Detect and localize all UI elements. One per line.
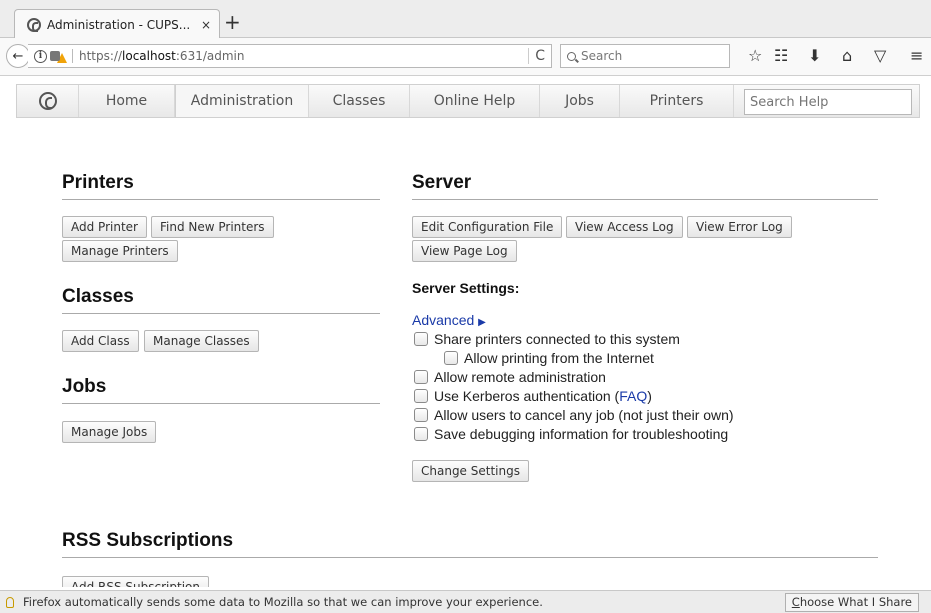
share-printers-label: Share printers connected to this system [434,331,680,347]
edit-configuration-file-button[interactable]: Edit Configuration File [412,216,563,238]
back-button[interactable]: ← [6,44,30,68]
cancel-any-job-checkbox[interactable] [414,408,428,422]
tab-administration[interactable]: Administration [175,85,309,117]
view-page-log-button[interactable]: View Page Log [412,240,517,262]
cups-nav: Home Administration Classes Online Help … [16,84,920,118]
printers-heading: Printers [62,172,380,200]
rss-heading: RSS Subscriptions [62,530,878,558]
tab-online-help[interactable]: Online Help [410,85,540,117]
jobs-heading: Jobs [62,376,380,404]
advanced-link-label: Advanced [412,312,475,328]
home-icon[interactable]: ⌂ [842,47,852,65]
pocket-icon[interactable]: ▽ [874,47,886,65]
close-tab-icon[interactable]: × [201,18,211,32]
url-bar[interactable]: i https://localhost:631/admin C [28,44,552,68]
advanced-link[interactable]: Advanced ▶ [412,312,486,328]
allow-internet-printing-label: Allow printing from the Internet [464,350,654,366]
add-class-button[interactable]: Add Class [62,330,139,352]
kerberos-label: Use Kerberos authentication (FAQ) [434,388,652,404]
debug-logging-option[interactable]: Save debugging information for troublesh… [414,426,728,442]
new-tab-button[interactable]: + [224,11,241,33]
browser-search-input[interactable]: Search [560,44,730,68]
url-separator [72,49,73,63]
tab-jobs[interactable]: Jobs [540,85,620,117]
add-printer-button[interactable]: Add Printer [62,216,147,238]
find-new-printers-button[interactable]: Find New Printers [151,216,274,238]
cups-logo-icon [38,92,57,110]
star-icon[interactable]: ☆ [748,47,762,65]
lightbulb-icon [6,596,14,608]
remote-admin-option[interactable]: Allow remote administration [414,369,606,385]
manage-printers-button[interactable]: Manage Printers [62,240,178,262]
browser-search-placeholder: Search [581,49,623,63]
info-icon[interactable]: i [34,49,47,63]
cancel-any-job-option[interactable]: Allow users to cancel any job (not just … [414,407,734,423]
share-printers-option[interactable]: Share printers connected to this system [414,331,680,347]
tab-title: Administration - CUPS... [47,17,191,32]
view-error-log-button[interactable]: View Error Log [687,216,792,238]
tab-printers[interactable]: Printers [620,85,734,117]
allow-internet-printing-option[interactable]: Allow printing from the Internet [444,350,654,366]
remote-admin-label: Allow remote administration [434,369,606,385]
faq-link[interactable]: FAQ [619,388,647,404]
lock-icon [50,51,60,61]
tab-classes[interactable]: Classes [309,85,410,117]
classes-heading: Classes [62,286,380,314]
url-text: https://localhost:631/admin [79,49,245,63]
reload-icon[interactable]: C [528,48,545,64]
server-heading: Server [412,172,878,200]
reading-list-icon[interactable]: ☷ [774,47,788,65]
view-access-log-button[interactable]: View Access Log [566,216,683,238]
notification-text: Firefox automatically sends some data to… [23,595,543,609]
share-printers-checkbox[interactable] [414,332,428,346]
notification-bar: Firefox automatically sends some data to… [0,590,931,613]
choose-what-i-share-button[interactable]: Choose What I Share [784,593,919,612]
debug-logging-checkbox[interactable] [414,427,428,441]
change-settings-button[interactable]: Change Settings [412,460,529,482]
help-search-input[interactable] [744,89,912,115]
manage-classes-button[interactable]: Manage Classes [144,330,259,352]
back-arrow-icon: ← [12,48,24,64]
tab-strip: Administration - CUPS... × + [0,0,931,39]
allow-internet-printing-checkbox[interactable] [444,351,458,365]
download-icon[interactable]: ⬇ [808,47,821,65]
tab-home[interactable]: Home [79,85,175,117]
browser-toolbar: ← i https://localhost:631/admin C Search… [0,38,931,76]
kerberos-option[interactable]: Use Kerberos authentication (FAQ) [414,388,652,404]
expand-arrow-icon: ▶ [478,317,486,328]
cups-favicon-icon [27,17,41,32]
browser-tab[interactable]: Administration - CUPS... × [14,9,220,39]
search-icon [567,51,576,61]
kerberos-checkbox[interactable] [414,389,428,403]
menu-icon[interactable]: ≡ [910,47,923,65]
server-settings-heading: Server Settings: [412,280,520,296]
manage-jobs-button[interactable]: Manage Jobs [62,421,157,443]
cups-logo[interactable] [17,85,79,117]
remote-admin-checkbox[interactable] [414,370,428,384]
debug-logging-label: Save debugging information for troublesh… [434,426,729,442]
cancel-any-job-label: Allow users to cancel any job (not just … [434,407,734,423]
